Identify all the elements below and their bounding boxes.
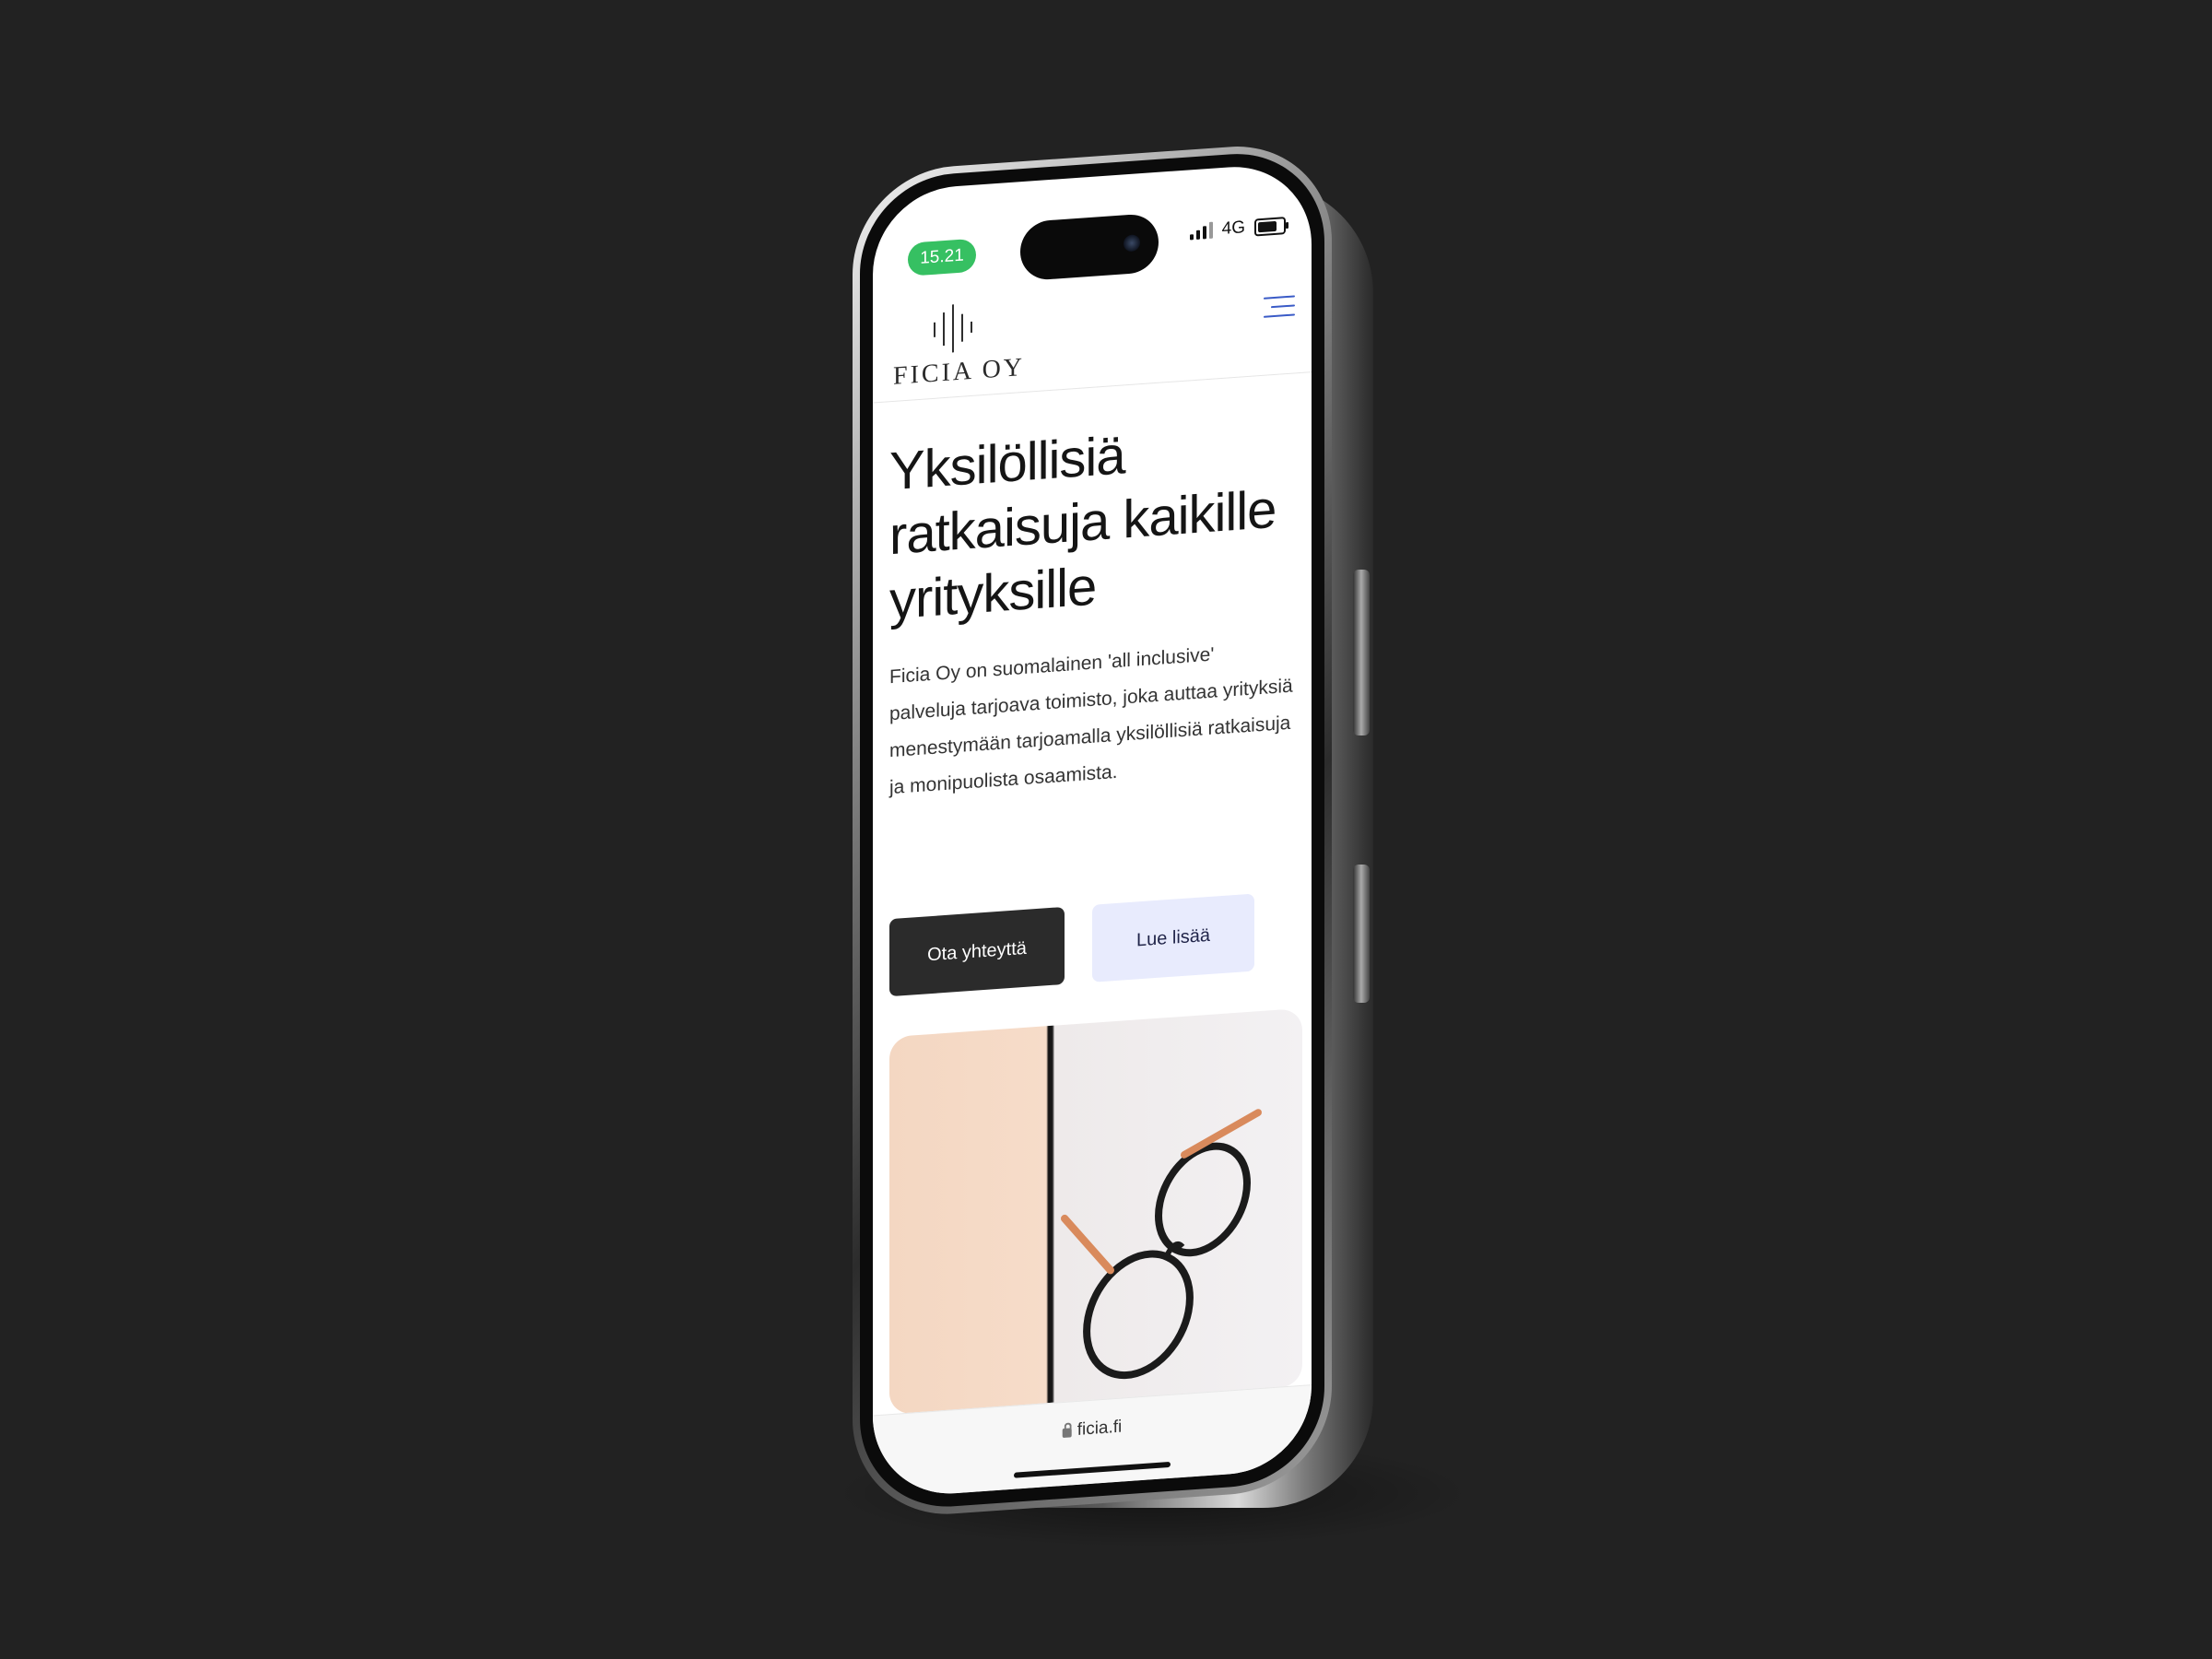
lock-icon [1062, 1428, 1072, 1439]
hero-title: Yksilöllisiä ratkaisuja kaikille yrityks… [889, 425, 1277, 631]
logo[interactable]: FICIA OY [893, 300, 1026, 392]
dynamic-island [1020, 212, 1159, 282]
hamburger-menu-icon[interactable] [1262, 291, 1295, 322]
phone-screen: 15.21 4G FICIA OY Yksilöllisiä ratkaisuj… [873, 161, 1312, 1500]
logo-text: FICIA OY [893, 352, 1026, 391]
phone-bezel: 15.21 4G FICIA OY Yksilöllisiä ratkaisuj… [860, 147, 1324, 1513]
network-label: 4G [1221, 218, 1245, 239]
status-bar: 15.21 4G [873, 161, 1312, 293]
site-header: FICIA OY [873, 270, 1312, 404]
volume-button [1353, 570, 1370, 735]
hero-section: Yksilöllisiä ratkaisuja kaikille yrityks… [889, 411, 1295, 806]
phone-frame: 15.21 4G FICIA OY Yksilöllisiä ratkaisuj… [853, 139, 1332, 1521]
hero-description: Ficia Oy on suomalainen 'all inclusive' … [889, 643, 1293, 799]
cta-row: Ota yhteyttä Lue lisää [889, 893, 1254, 997]
url-display[interactable]: ficia.fi [1062, 1417, 1123, 1442]
battery-icon [1254, 216, 1286, 237]
power-button [1353, 865, 1370, 1003]
contact-button[interactable]: Ota yhteyttä [889, 906, 1065, 997]
home-indicator[interactable] [1014, 1461, 1171, 1478]
status-indicators: 4G [1189, 215, 1286, 241]
hero-image [889, 1007, 1302, 1416]
status-time: 15.21 [908, 238, 976, 276]
signal-icon [1189, 221, 1213, 241]
glasses-illustration [1061, 1109, 1262, 1380]
logo-mark-icon [930, 303, 976, 354]
url-text: ficia.fi [1077, 1417, 1123, 1440]
read-more-button[interactable]: Lue lisää [1092, 893, 1254, 982]
camera-icon [1124, 234, 1140, 253]
